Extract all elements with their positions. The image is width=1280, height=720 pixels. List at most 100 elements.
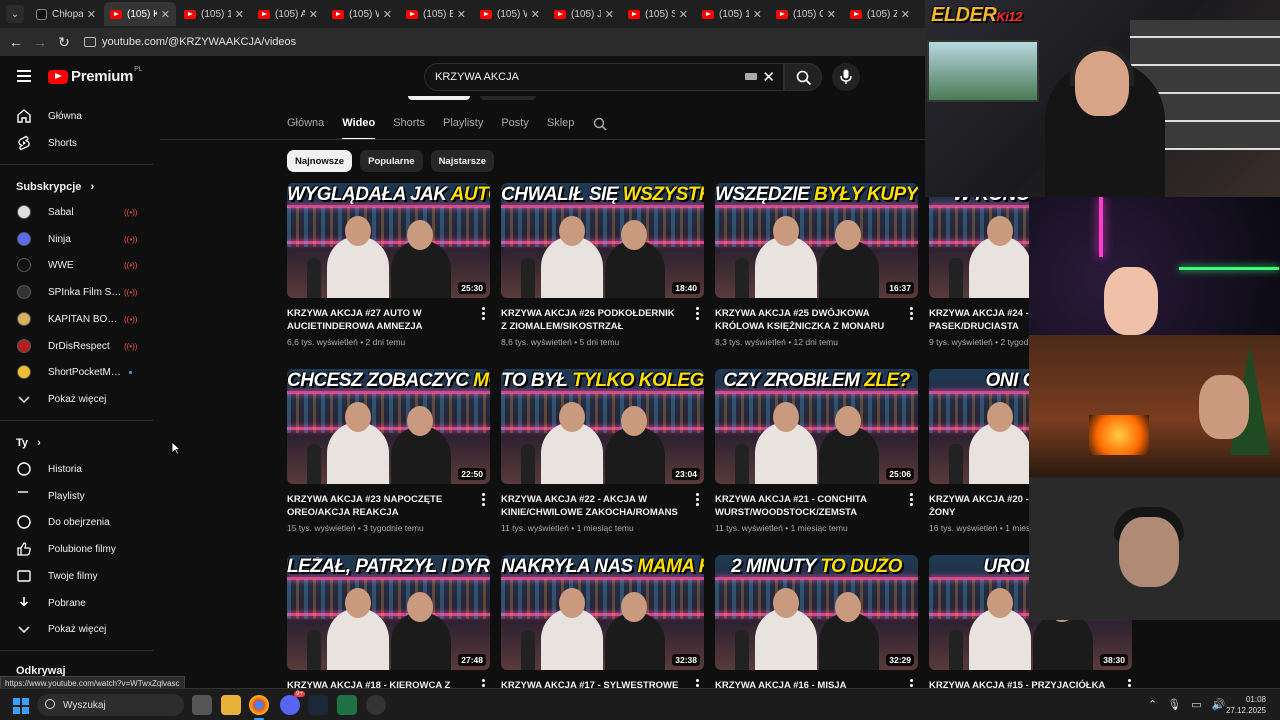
close-tab-icon[interactable]: ✕ bbox=[383, 8, 392, 21]
sort-chip[interactable]: Najnowsze bbox=[287, 150, 353, 172]
sort-chip[interactable]: Najstarsze bbox=[430, 150, 495, 172]
sidebar-item-shorts[interactable]: Shorts bbox=[0, 130, 155, 156]
more-options-icon[interactable] bbox=[906, 493, 916, 509]
close-tab-icon[interactable]: ✕ bbox=[457, 8, 466, 21]
browser-tab[interactable]: (105) W ✕ bbox=[474, 2, 546, 26]
url-field[interactable]: youtube.com/@KRZYWAAKCJA/videos bbox=[84, 36, 296, 48]
subscriptions-show-more[interactable]: Pokaż więcej bbox=[0, 386, 155, 412]
display-icon[interactable]: ▭ bbox=[1191, 698, 1201, 711]
close-tab-icon[interactable]: ✕ bbox=[827, 8, 836, 21]
browser-tab[interactable]: (105) S ✕ bbox=[622, 2, 694, 26]
tab-5[interactable]: Sklep bbox=[547, 110, 575, 140]
video-card[interactable]: LEŻAŁ, PATRZYŁ I DYRYGOWAŁ 27:48KRZYWA A… bbox=[287, 555, 490, 709]
discord-icon[interactable]: 9+ bbox=[280, 691, 305, 715]
video-title[interactable]: KRZYWA AKCJA #27 AUTO W AUCIETINDEROWA A… bbox=[287, 307, 467, 333]
video-title[interactable]: KRZYWA AKCJA #26 PODKOŁDERNIK Z ZIOMALEM… bbox=[501, 307, 681, 333]
more-options-icon[interactable] bbox=[906, 307, 916, 323]
more-options-icon[interactable] bbox=[692, 493, 702, 509]
browser-tab[interactable]: Chłopa ✕ bbox=[30, 2, 102, 26]
subscriptions-heading[interactable]: Subskrypcje › bbox=[16, 181, 94, 193]
close-tab-icon[interactable]: ✕ bbox=[679, 8, 688, 21]
video-card[interactable]: TO BYŁ TYLKO KOLEGA 23:04 KRZYWA AKCJA #22… bbox=[501, 369, 704, 533]
taskbar-search[interactable]: Wyszukaj bbox=[37, 694, 184, 716]
browser-tab[interactable]: (105) B ✕ bbox=[400, 2, 472, 26]
you-heading[interactable]: Ty › bbox=[16, 437, 41, 449]
windows-start-icon[interactable] bbox=[13, 698, 29, 714]
close-tab-icon[interactable]: ✕ bbox=[161, 8, 170, 21]
chrome-icon[interactable] bbox=[249, 695, 269, 720]
sidebar-item-your-videos[interactable]: Twoje filmy bbox=[0, 563, 155, 589]
video-title[interactable]: KRZYWA AKCJA #22 - AKCJA W KINIE/CHWILOW… bbox=[501, 493, 681, 519]
more-options-icon[interactable] bbox=[478, 307, 488, 323]
channel-search-icon[interactable] bbox=[593, 117, 607, 131]
video-card[interactable]: WSZĘDZIE BYŁY KUPY! 16:37 KRZYWA AKCJA #25… bbox=[715, 183, 918, 347]
back-icon[interactable]: ← bbox=[4, 34, 28, 50]
you-show-more[interactable]: Pokaż więcej bbox=[0, 616, 155, 642]
video-thumbnail[interactable]: WSZĘDZIE BYŁY KUPY! 16:37 bbox=[715, 183, 918, 298]
microphone-icon[interactable]: 🎙 bbox=[1167, 698, 1181, 711]
browser-tab[interactable]: (105) 1 ✕ bbox=[696, 2, 768, 26]
sidebar-item-home[interactable]: Główna bbox=[0, 103, 155, 129]
menu-icon[interactable] bbox=[17, 70, 31, 85]
sidebar-item-watch-later[interactable]: Do obejrzenia bbox=[0, 509, 155, 535]
steam-icon[interactable] bbox=[308, 695, 328, 715]
keyboard-icon[interactable] bbox=[745, 73, 757, 80]
close-tab-icon[interactable]: ✕ bbox=[87, 8, 96, 21]
voice-search-button[interactable] bbox=[832, 63, 860, 91]
browser-tab[interactable]: (105) J ✕ bbox=[548, 2, 620, 26]
video-thumbnail[interactable]: LEŻAŁ, PATRZYŁ I DYRYGOWAŁ 27:48 bbox=[287, 555, 490, 670]
site-info-icon[interactable] bbox=[84, 37, 96, 47]
browser-tab[interactable]: (105) Z ✕ bbox=[844, 2, 916, 26]
sidebar-item-download[interactable]: Pobrane bbox=[0, 590, 155, 616]
close-tab-icon[interactable]: ✕ bbox=[605, 8, 614, 21]
clock[interactable]: 01:08 27.12.2025 bbox=[1226, 694, 1266, 716]
video-title[interactable]: KRZYWA AKCJA #25 DWÓJKOWA KRÓLOWA KSIĘŻN… bbox=[715, 307, 895, 333]
video-thumbnail[interactable]: 2 MINUTY TO DUŻO 32:29 bbox=[715, 555, 918, 670]
file-explorer-icon[interactable] bbox=[221, 695, 241, 715]
sidebar-subscription[interactable]: ShortPocketMon... bbox=[0, 359, 155, 385]
browser-tab[interactable]: (105) 1 ✕ bbox=[178, 2, 250, 26]
video-card[interactable]: CHWALIŁ SIĘ WSZYSTKIM! 18:40 KRZYWA AKCJA … bbox=[501, 183, 704, 347]
more-options-icon[interactable] bbox=[692, 307, 702, 323]
tab-search-icon[interactable]: ⌄ bbox=[6, 5, 24, 23]
video-card[interactable]: 2 MINUTY TO DUŻO 32:29 KRZYWA AKCJA #16 - … bbox=[715, 555, 918, 709]
video-card[interactable]: CHCESZ ZOBACZYĆ MÓJ POKOIK? 22:50 KRZYWA A… bbox=[287, 369, 490, 533]
video-card[interactable]: CZY ZROBIŁEM ŹLE? 25:06 KRZYWA AKCJA #21 -… bbox=[715, 369, 918, 533]
video-thumbnail[interactable]: CZY ZROBIŁEM ŹLE? 25:06 bbox=[715, 369, 918, 484]
sidebar-item-like[interactable]: Polubione filmy bbox=[0, 536, 155, 562]
close-tab-icon[interactable]: ✕ bbox=[235, 8, 244, 21]
app-icon[interactable] bbox=[366, 695, 386, 715]
tab-1[interactable]: Wideo bbox=[342, 110, 376, 140]
video-card[interactable]: WYGLĄDAŁA JAK AUTO W AUCIE 25:30 KRZYWA AK… bbox=[287, 183, 490, 347]
volume-icon[interactable]: 🔊 bbox=[1212, 698, 1226, 711]
close-tab-icon[interactable]: ✕ bbox=[753, 8, 762, 21]
youtube-premium-logo[interactable]: Premium PL bbox=[48, 66, 143, 85]
forward-icon[interactable]: → bbox=[28, 34, 52, 50]
tab-0[interactable]: Główna bbox=[287, 110, 324, 140]
video-thumbnail[interactable]: CHWALIŁ SIĘ WSZYSTKIM! 18:40 bbox=[501, 183, 704, 298]
video-card[interactable]: NAKRYŁA NAS MAMA KOLEGI32:38KRZYWA AKCJA… bbox=[501, 555, 704, 709]
clear-search-icon[interactable]: ✕ bbox=[762, 68, 775, 86]
sidebar-item-history[interactable]: Historia bbox=[0, 456, 155, 482]
close-tab-icon[interactable]: ✕ bbox=[531, 8, 540, 21]
browser-tab[interactable]: (105) G ✕ bbox=[770, 2, 842, 26]
video-thumbnail[interactable]: CHCESZ ZOBACZYĆ MÓJ POKOIK? 22:50 bbox=[287, 369, 490, 484]
video-title[interactable]: KRZYWA AKCJA #21 - CONCHITA WURST/WOODST… bbox=[715, 493, 895, 519]
browser-tab[interactable]: (105) W ✕ bbox=[326, 2, 398, 26]
sidebar-item-playlist[interactable]: Playlisty bbox=[0, 483, 155, 509]
excel-icon[interactable] bbox=[337, 695, 357, 715]
sidebar-subscription[interactable]: SPInka Film Stud...((•)) bbox=[0, 279, 155, 305]
search-input[interactable]: KRZYWA AKCJA ✕ bbox=[424, 63, 784, 91]
sidebar-subscription[interactable]: Ninja ((•)) bbox=[0, 226, 155, 252]
sidebar-subscription[interactable]: KAPITAN BOMB... ((•)) bbox=[0, 306, 155, 332]
video-thumbnail[interactable]: NAKRYŁA NAS MAMA KOLEGI 32:38 bbox=[501, 555, 704, 670]
video-title[interactable]: KRZYWA AKCJA #23 NAPOCZĘTE OREO/AKCJA RE… bbox=[287, 493, 467, 519]
tab-4[interactable]: Posty bbox=[501, 110, 529, 140]
sort-chip[interactable]: Popularne bbox=[360, 150, 423, 172]
video-thumbnail[interactable]: TO BYŁ TYLKO KOLEGA 23:04 bbox=[501, 369, 704, 484]
close-tab-icon[interactable]: ✕ bbox=[309, 8, 318, 21]
tab-2[interactable]: Shorts bbox=[393, 110, 425, 140]
sidebar-subscription[interactable]: WWE ((•)) bbox=[0, 252, 155, 278]
more-options-icon[interactable] bbox=[478, 493, 488, 509]
close-tab-icon[interactable]: ✕ bbox=[901, 8, 910, 21]
